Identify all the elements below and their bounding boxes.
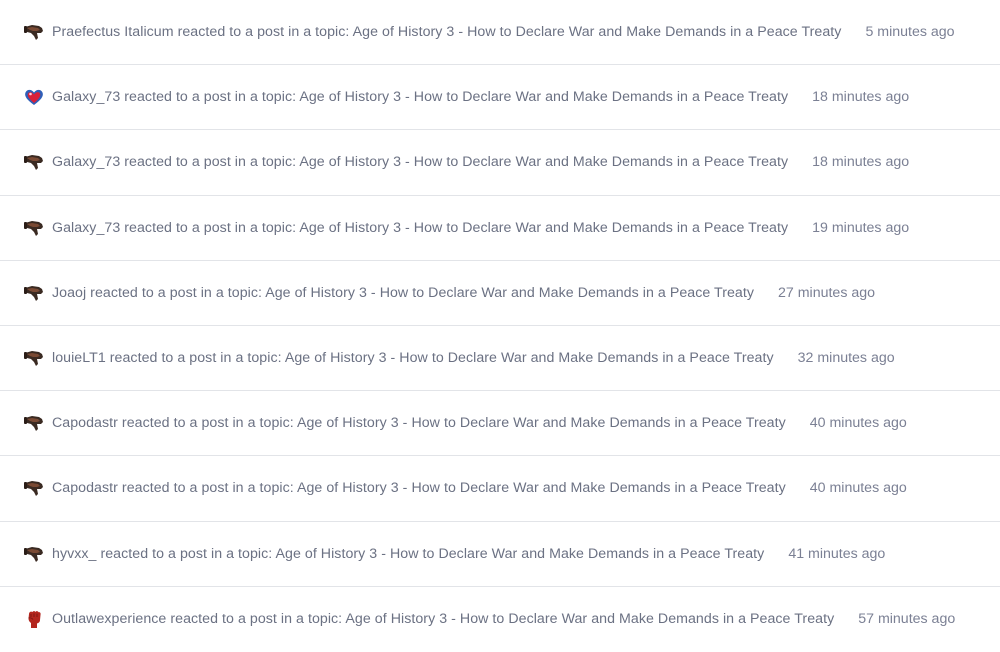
timestamp: 41 minutes ago [788, 545, 886, 562]
action-text: reacted to a post in a topic: [121, 480, 294, 497]
thumbs-down-icon [23, 151, 45, 173]
activity-text: Joaoj reacted to a post in a topic: Age … [52, 285, 754, 301]
topic-link[interactable]: Age of History 3 - How to Declare War an… [265, 285, 754, 301]
topic-link[interactable]: Age of History 3 - How to Declare War an… [297, 415, 786, 431]
thumbs-down-icon [23, 282, 45, 304]
activity-text: Galaxy_73 reacted to a post in a topic: … [52, 154, 788, 170]
thumbs-down-icon [23, 217, 45, 239]
list-item: hyvxx_ reacted to a post in a topic: Age… [0, 522, 1000, 587]
thumbs-down-icon [23, 412, 45, 434]
timestamp: 27 minutes ago [778, 284, 876, 301]
user-link[interactable]: Galaxy_73 [52, 154, 120, 170]
user-link[interactable]: Galaxy_73 [52, 220, 120, 236]
topic-link[interactable]: Age of History 3 - How to Declare War an… [299, 220, 788, 236]
action-text: reacted to a post in a topic: [90, 284, 262, 301]
timestamp: 40 minutes ago [809, 415, 907, 432]
activity-text: louieLT1 reacted to a post in a topic: A… [52, 350, 774, 366]
user-link[interactable]: louieLT1 [52, 350, 106, 366]
activity-text: Capodastr reacted to a post in a topic: … [52, 415, 786, 431]
list-item: Praefectus Italicum reacted to a post in… [0, 0, 1000, 66]
topic-link[interactable]: Age of History 3 - How to Declare War an… [345, 611, 834, 627]
activity-text: Outlawexperience reacted to a post in a … [52, 611, 834, 627]
timestamp: 40 minutes ago [809, 480, 907, 497]
thumbs-down-icon [23, 21, 45, 43]
activity-text: Capodastr reacted to a post in a topic: … [52, 480, 786, 496]
raised-fist-icon [23, 608, 45, 630]
topic-link[interactable]: Age of History 3 - How to Declare War an… [299, 154, 788, 170]
action-text: reacted to a post in a topic: [124, 154, 297, 171]
timestamp: 19 minutes ago [812, 219, 910, 236]
action-text: reacted to a post in a topic: [170, 611, 343, 628]
timestamp: 18 minutes ago [812, 89, 910, 106]
list-item: Capodastr reacted to a post in a topic: … [0, 391, 1000, 457]
heart-icon [23, 86, 45, 108]
list-item: Outlawexperience reacted to a post in a … [0, 587, 1000, 652]
activity-feed: Praefectus Italicum reacted to a post in… [0, 0, 1000, 652]
list-item: Galaxy_73 reacted to a post in a topic: … [0, 130, 1000, 196]
user-link[interactable]: Capodastr [52, 480, 118, 496]
activity-text: Praefectus Italicum reacted to a post in… [52, 24, 841, 40]
topic-link[interactable]: Age of History 3 - How to Declare War an… [285, 350, 774, 366]
thumbs-down-icon [23, 477, 45, 499]
user-link[interactable]: Galaxy_73 [52, 89, 120, 105]
list-item: Capodastr reacted to a post in a topic: … [0, 456, 1000, 522]
user-link[interactable]: Praefectus Italicum [52, 24, 174, 40]
topic-link[interactable]: Age of History 3 - How to Declare War an… [276, 546, 765, 562]
activity-text: Galaxy_73 reacted to a post in a topic: … [52, 220, 788, 236]
timestamp: 18 minutes ago [812, 154, 910, 171]
user-link[interactable]: hyvxx_ [52, 546, 96, 562]
list-item: Galaxy_73 reacted to a post in a topic: … [0, 65, 1000, 131]
action-text: reacted to a post in a topic: [124, 89, 297, 106]
topic-link[interactable]: Age of History 3 - How to Declare War an… [353, 24, 842, 40]
activity-text: Galaxy_73 reacted to a post in a topic: … [52, 89, 788, 105]
activity-text: hyvxx_ reacted to a post in a topic: Age… [52, 546, 764, 562]
action-text: reacted to a post in a topic: [121, 415, 294, 432]
timestamp: 5 minutes ago [865, 24, 955, 41]
action-text: reacted to a post in a topic: [109, 350, 282, 367]
thumbs-down-icon [23, 347, 45, 369]
list-item: Galaxy_73 reacted to a post in a topic: … [0, 196, 1000, 261]
timestamp: 57 minutes ago [858, 611, 956, 628]
user-link[interactable]: Capodastr [52, 415, 118, 431]
action-text: reacted to a post in a topic: [100, 545, 273, 562]
user-link[interactable]: Joaoj [52, 285, 86, 301]
action-text: reacted to a post in a topic: [177, 24, 350, 41]
list-item: louieLT1 reacted to a post in a topic: A… [0, 326, 1000, 392]
timestamp: 32 minutes ago [797, 350, 895, 367]
topic-link[interactable]: Age of History 3 - How to Declare War an… [297, 480, 786, 496]
list-item: Joaoj reacted to a post in a topic: Age … [0, 261, 1000, 326]
action-text: reacted to a post in a topic: [124, 219, 297, 236]
thumbs-down-icon [23, 543, 45, 565]
user-link[interactable]: Outlawexperience [52, 611, 166, 627]
topic-link[interactable]: Age of History 3 - How to Declare War an… [299, 89, 788, 105]
